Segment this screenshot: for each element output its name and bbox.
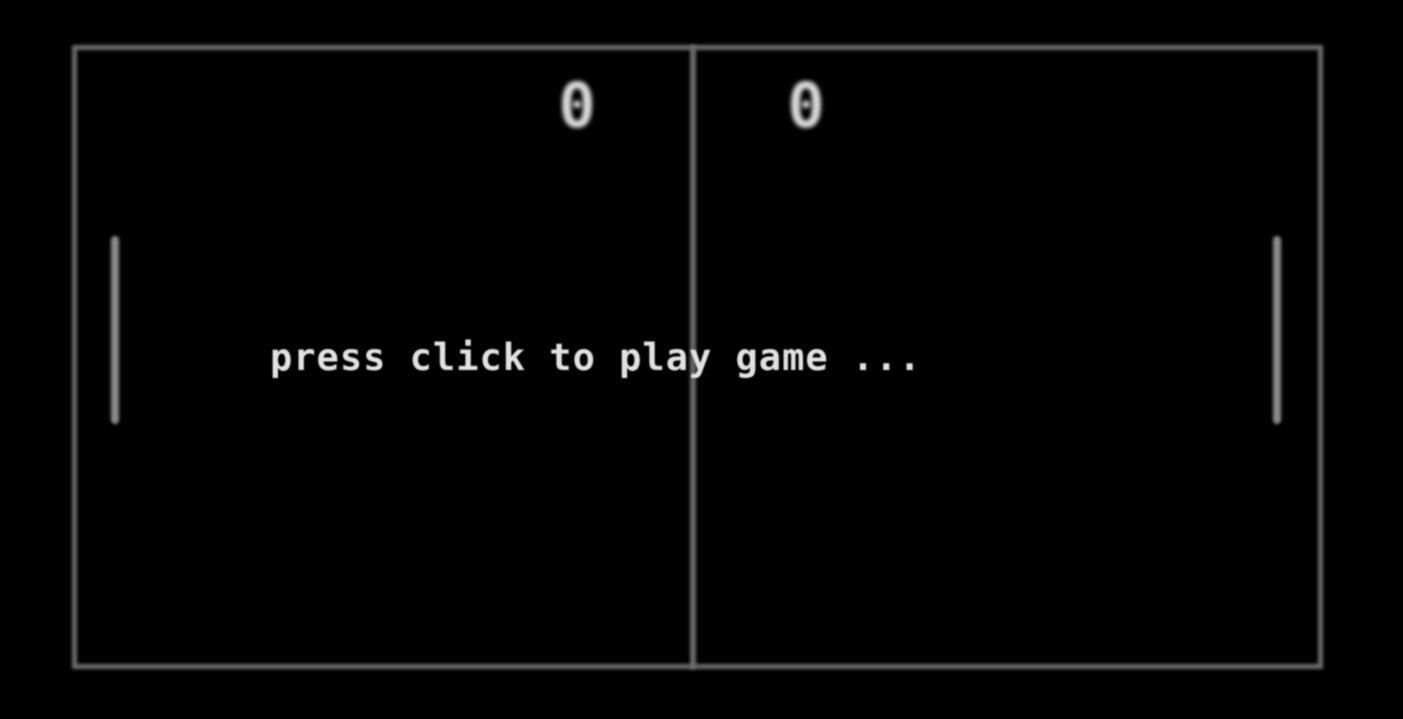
left-paddle <box>111 236 119 424</box>
right-player-score: 0 <box>787 69 825 142</box>
start-prompt[interactable]: press click to play game ... <box>270 336 1130 380</box>
right-paddle <box>1273 236 1281 424</box>
left-player-score: 0 <box>558 69 596 142</box>
game-screen[interactable]: 0 0 press click to play game ... <box>0 0 1403 719</box>
